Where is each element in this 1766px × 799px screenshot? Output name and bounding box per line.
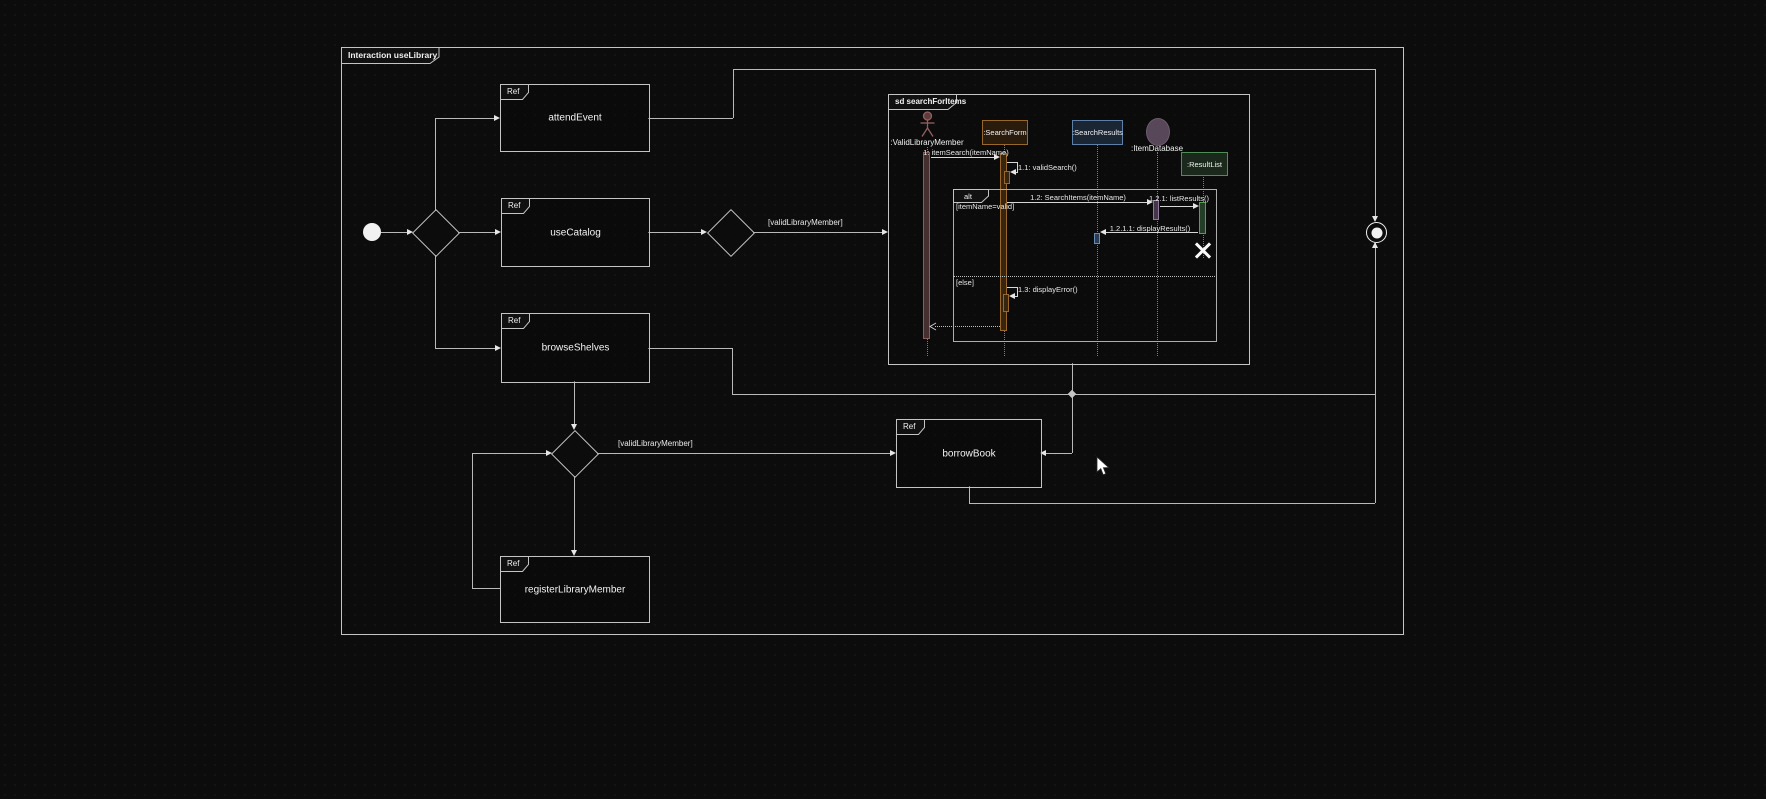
edge-to-browseshelves (435, 348, 495, 349)
message-line-m1-2 (1007, 202, 1147, 203)
activity-node-label: browseShelves (541, 342, 610, 354)
edge-bottom-route (969, 503, 1375, 504)
message-label: 1.1: validSearch() (1018, 163, 1077, 172)
alt-operator-label: alt (964, 192, 972, 201)
ref-borrow-book[interactable]: Ref borrowBook (896, 419, 1042, 488)
arrowhead (1100, 228, 1106, 235)
ref-tab-label: Ref (903, 422, 916, 431)
ref-tab-label: Ref (508, 316, 521, 325)
lifeline-label-searchform: :SearchForm (983, 128, 1027, 137)
message-line-m1-1 (1017, 162, 1018, 173)
activity-node-label: registerLibraryMember (524, 584, 626, 595)
edge-top-route (733, 69, 1375, 70)
arrowhead (546, 449, 552, 456)
message-line-m1-3 (1017, 287, 1018, 297)
edge-browse-down (732, 348, 733, 394)
alt-divider (953, 276, 1215, 277)
arrowhead (407, 228, 413, 235)
activity-node-label: borrowBook (942, 448, 996, 459)
arrowhead (701, 228, 707, 235)
arrowhead (1193, 202, 1199, 209)
lifeline-label-searchresults: :SearchResults (1072, 128, 1123, 137)
activation-actor (923, 152, 930, 339)
message-line-m1-3 (1015, 296, 1017, 297)
entity-ellipse-icon[interactable] (1146, 118, 1170, 146)
message-label: 1.2.1: listResults() (1148, 194, 1210, 203)
message-line-m1 (931, 157, 994, 158)
edge-to-usecatalog (458, 232, 495, 233)
lifeline-label-resultlist: :ResultList (1186, 159, 1222, 169)
open-arrowhead (929, 322, 937, 331)
edge-borrow-down (969, 486, 970, 503)
edge-d3-to-register (574, 476, 575, 550)
message-label: 1.3: displayError() (1018, 285, 1078, 294)
guard-label: [validLibraryMember] (618, 439, 693, 448)
lifeline-head-searchform[interactable]: :SearchForm (982, 120, 1028, 145)
ref-attend-event[interactable]: Ref attendEvent (500, 84, 650, 152)
guard-label: [validLibraryMember] (768, 218, 843, 227)
ref-tab-label: Ref (507, 87, 520, 96)
final-node[interactable] (1366, 222, 1387, 243)
sd-frame-title: sd searchForItems (895, 97, 967, 106)
message-line-m1-2-1-1 (1106, 232, 1198, 233)
arrowhead (1371, 242, 1378, 248)
edge-final-from-bottom (1375, 242, 1376, 503)
alt-guard-valid: [itemName=valid] (956, 202, 1015, 211)
destroy-x-icon (1194, 241, 1212, 259)
lifeline-label-actor: :ValidLibraryMember (890, 138, 964, 147)
edge-final-from-top (1375, 69, 1376, 217)
initial-node[interactable] (363, 223, 381, 241)
arrowhead (994, 153, 1000, 160)
edge-d1-up (435, 118, 436, 211)
actor-icon[interactable] (918, 111, 937, 138)
frame-title: Interaction useLibrary (348, 50, 438, 60)
edge-usecatalog-out (648, 232, 701, 233)
ref-use-catalog[interactable]: Ref useCatalog (501, 198, 650, 267)
edge-register-to-d3 (472, 453, 546, 454)
return-message-line (935, 326, 1000, 327)
edge-mid-route (732, 394, 1375, 395)
alt-fragment[interactable]: alt (953, 189, 1217, 342)
message-line-m1-2-1 (1160, 206, 1193, 207)
edge-browse-out (648, 348, 732, 349)
edge-attendevent-out (648, 118, 733, 119)
arrowhead (1371, 216, 1378, 222)
edge-sd-down (1072, 363, 1073, 453)
arrowhead (1010, 168, 1016, 175)
alt-guard-else: [else] (956, 278, 974, 287)
edge-register-out (472, 588, 500, 589)
message-label: 1.2: SearchItems(itemName) (1030, 193, 1126, 202)
lifeline-label-itemdatabase: :ItemDatabase (1130, 144, 1184, 153)
edge-d3-to-borrow (597, 453, 890, 454)
arrowhead (1009, 292, 1015, 299)
edge-initial-to-d1 (381, 232, 407, 233)
ref-browse-shelves[interactable]: Ref browseShelves (501, 313, 650, 383)
ref-tab-label: Ref (508, 201, 521, 210)
lifeline-head-resultlist[interactable]: :ResultList (1181, 152, 1228, 176)
arrowhead (570, 424, 577, 430)
edge-attendevent-riser (733, 69, 734, 118)
lifeline-head-searchresults[interactable]: :SearchResults (1072, 120, 1123, 145)
ref-register-library-member[interactable]: Ref registerLibraryMember (500, 556, 650, 623)
message-line-m1-1 (1007, 162, 1017, 163)
edge-browse-to-d3 (574, 381, 575, 424)
final-node-core (1371, 227, 1382, 238)
edge-to-attendevent (435, 118, 494, 119)
message-line-m1-3 (1007, 287, 1017, 288)
ref-tab-label: Ref (507, 559, 520, 568)
edge-register-riser (472, 453, 473, 588)
edge-sd-to-borrow (1046, 453, 1072, 454)
activity-node-label: attendEvent (548, 112, 602, 124)
activity-node-label: useCatalog (550, 227, 601, 238)
edge-d1-down (435, 255, 436, 348)
diagram-canvas[interactable]: Interaction useLibrary [validLibraryMemb… (0, 0, 1766, 799)
mouse-cursor-icon (1096, 456, 1110, 476)
edge-d2-to-sd (753, 232, 882, 233)
